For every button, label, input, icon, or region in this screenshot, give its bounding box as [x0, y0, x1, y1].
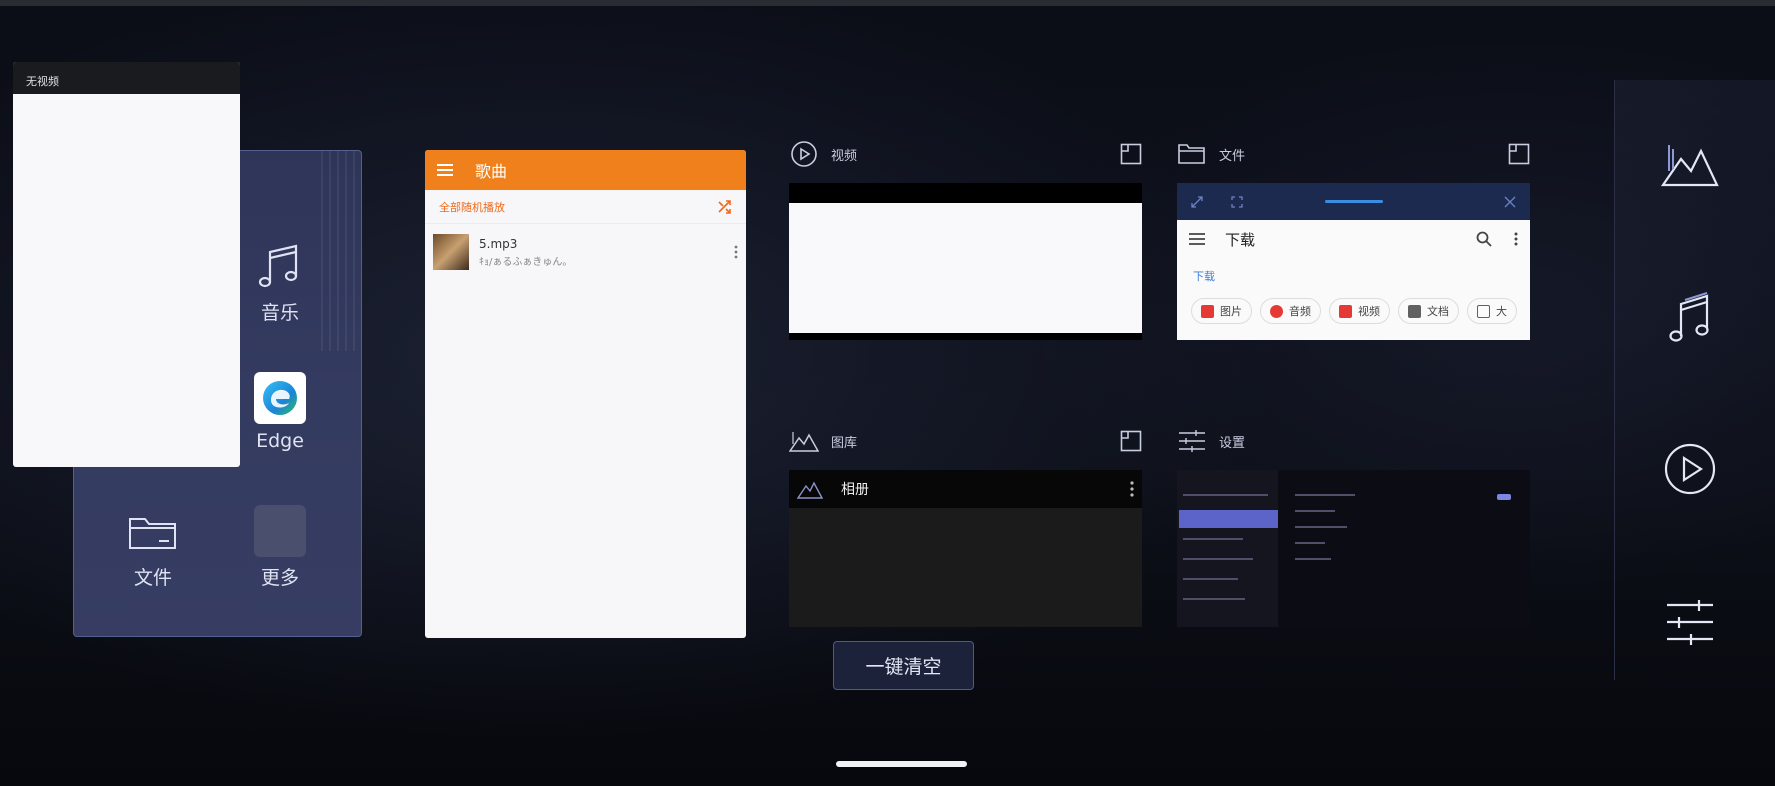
settings-selected-item — [1179, 510, 1278, 528]
toggle-switch — [1497, 494, 1511, 500]
shuffle-label: 全部随机播放 — [439, 200, 505, 214]
app-label: 更多 — [260, 567, 299, 589]
files-title: 下载 — [1225, 230, 1256, 249]
more-vert-icon — [1514, 232, 1518, 246]
app-label: 音乐 — [260, 302, 299, 324]
file-type-chips: 图片 音频 视频 文档 大 — [1177, 294, 1530, 328]
dock-settings-button[interactable] — [1650, 582, 1730, 662]
sliders-icon — [1667, 600, 1713, 645]
window-mode-icon[interactable] — [1120, 143, 1142, 165]
music-header: 歌曲 — [425, 150, 746, 190]
task-label: 设置 — [1219, 435, 1246, 451]
shuffle-row: 全部随机播放 — [425, 190, 746, 224]
task-card-music[interactable]: 歌曲 全部随机播放 5.mp3 ｷｮ/ぁるふぁきゅん。 — [425, 150, 746, 638]
chip-large: 大 — [1467, 298, 1517, 324]
task-caption-gallery: 图库 — [789, 424, 1142, 458]
menu-icon — [437, 164, 453, 176]
play-circle-icon — [789, 139, 819, 169]
chip-video: 视频 — [1329, 298, 1390, 324]
clear-all-button[interactable]: 一键清空 — [833, 641, 974, 690]
album-title: 相册 — [841, 482, 869, 498]
app-more[interactable]: 更多 — [225, 505, 335, 590]
files-window-bar — [1177, 183, 1530, 220]
chip-images: 图片 — [1191, 298, 1252, 324]
drag-handle — [1325, 200, 1383, 203]
music-note-icon — [254, 240, 306, 292]
task-card-files[interactable]: 下载 下载 图片 音频 视频 文档 大 — [1177, 183, 1530, 340]
folder-icon — [1177, 139, 1207, 169]
music-header-title: 歌曲 — [475, 162, 508, 181]
window-mode-icon[interactable] — [1508, 143, 1530, 165]
window-mode-icon[interactable] — [1120, 430, 1142, 452]
play-circle-icon — [1664, 443, 1716, 495]
expand-icon — [1191, 196, 1203, 208]
chip-documents: 文档 — [1398, 298, 1459, 324]
app-edge[interactable]: Edge — [225, 372, 335, 452]
floating-window-title: 无视频 — [13, 62, 240, 94]
floating-window[interactable]: 无视频 — [13, 62, 240, 467]
image-icon — [1201, 304, 1214, 318]
search-icon — [1476, 231, 1492, 247]
breadcrumb: 下载 — [1193, 270, 1215, 283]
task-card-video[interactable] — [789, 183, 1142, 340]
dock-video-button[interactable] — [1650, 429, 1730, 509]
task-label: 视频 — [831, 148, 858, 164]
task-label: 图库 — [831, 435, 858, 451]
shuffle-icon — [718, 199, 731, 214]
menu-icon — [1189, 233, 1205, 245]
headphones-icon — [1270, 304, 1283, 318]
song-row: 5.mp3 ｷｮ/ぁるふぁきゅん。 — [425, 224, 746, 280]
dock-gallery-button[interactable] — [1650, 125, 1730, 205]
task-caption-files: 文件 — [1177, 137, 1530, 171]
tag-icon — [1477, 304, 1490, 318]
document-icon — [1408, 304, 1421, 318]
more-vert-icon — [1130, 481, 1134, 497]
mountains-icon — [797, 481, 823, 499]
music-note-icon — [1669, 292, 1709, 342]
app-music[interactable]: 音乐 — [225, 240, 335, 325]
close-icon — [1504, 196, 1516, 208]
mountains-icon — [1661, 145, 1719, 187]
files-toolbar: 下载 — [1177, 220, 1530, 258]
app-label: Edge — [256, 430, 304, 452]
sliders-icon — [1177, 426, 1207, 456]
song-artist: ｷｮ/ぁるふぁきゅん。 — [479, 256, 573, 268]
song-name: 5.mp3 — [479, 236, 518, 251]
task-caption-settings: 设置 — [1177, 424, 1530, 458]
app-label: 文件 — [133, 567, 172, 589]
gallery-toolbar: 相册 — [789, 470, 1142, 508]
chip-audio: 音频 — [1260, 298, 1321, 324]
album-art — [433, 234, 469, 270]
task-label: 文件 — [1219, 148, 1246, 164]
task-card-gallery[interactable]: 相册 — [789, 470, 1142, 627]
dock-music-button[interactable] — [1650, 278, 1730, 358]
fullscreen-icon — [1231, 196, 1243, 208]
task-card-settings[interactable] — [1177, 470, 1530, 627]
app-files[interactable]: 文件 — [98, 505, 208, 590]
folder-icon — [127, 505, 179, 557]
clapper-icon — [1339, 304, 1352, 318]
task-caption-video: 视频 — [789, 137, 1142, 171]
status-strip — [0, 0, 1775, 6]
more-apps-icon — [254, 505, 306, 557]
more-vert-icon — [734, 245, 738, 259]
mountains-icon — [789, 426, 819, 456]
home-indicator[interactable] — [836, 761, 967, 767]
edge-icon — [254, 372, 306, 424]
